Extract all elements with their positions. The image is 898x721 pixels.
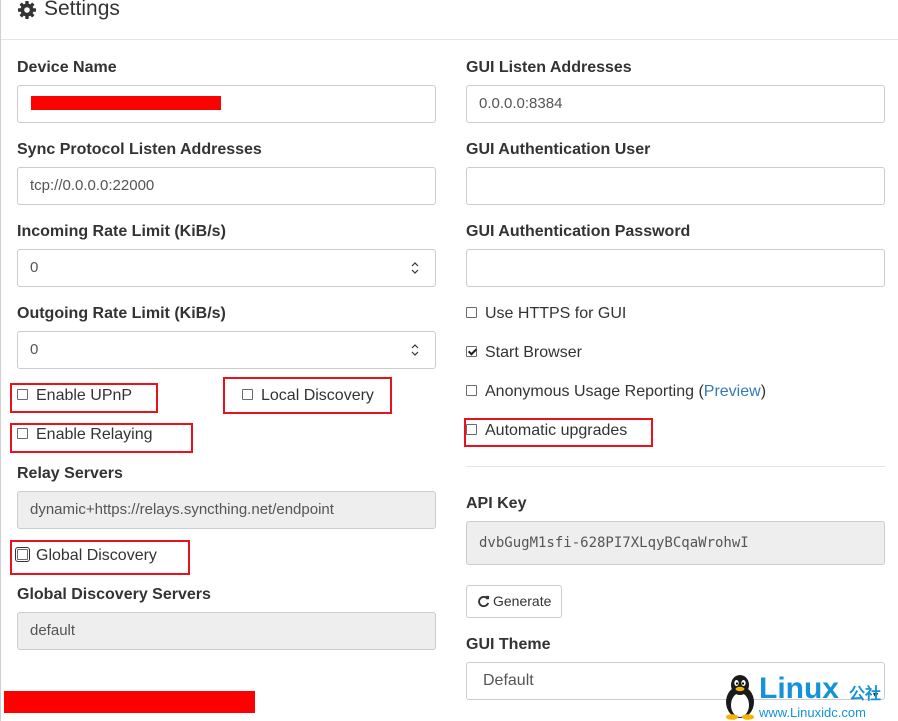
device-name-label: Device Name (17, 59, 117, 76)
preview-link[interactable]: Preview (704, 383, 761, 400)
gear-icon (17, 0, 37, 20)
watermark-brand: Linux (759, 672, 839, 705)
relay-servers-input[interactable]: dynamic+https://relays.syncthing.net/end… (17, 491, 436, 529)
gui-password-input[interactable] (466, 249, 885, 287)
anonymous-usage-checkbox[interactable]: Anonymous Usage Reporting (Preview) (466, 382, 766, 402)
device-name-redaction (31, 96, 221, 110)
watermark-url: www.Linuxidc.com (759, 705, 866, 720)
tux-penguin-icon (726, 675, 754, 720)
incoming-rate-value: 0 (30, 259, 39, 276)
sync-addresses-label: Sync Protocol Listen Addresses (17, 141, 262, 158)
global-discovery-servers-input[interactable]: default (17, 612, 436, 650)
gui-listen-input[interactable]: 0.0.0.0:8384 (466, 85, 885, 123)
start-browser-checkbox[interactable]: Start Browser (466, 343, 582, 363)
api-key-label: API Key (466, 495, 527, 512)
anonymous-usage-label: Anonymous Usage Reporting ( (485, 383, 704, 400)
spinner-arrows-icon[interactable] (411, 342, 419, 358)
generate-button-label: Generate (493, 593, 552, 609)
anonymous-usage-box[interactable] (466, 385, 477, 396)
start-browser-box[interactable] (466, 346, 477, 357)
outgoing-rate-label: Outgoing Rate Limit (KiB/s) (17, 305, 226, 322)
outgoing-rate-input[interactable]: 0 (17, 331, 436, 369)
api-key-field[interactable]: dvbGugM1sfi-628PI7XLqyBCqaWrohwI (466, 521, 885, 565)
relay-servers-label: Relay Servers (17, 465, 123, 482)
gui-listen-label: GUI Listen Addresses (466, 59, 632, 76)
dialog-header: Settings (1, 0, 898, 40)
bottom-redaction (4, 691, 255, 713)
settings-dialog: Settings Device Name Sync Protocol Liste… (0, 0, 898, 721)
use-https-checkbox[interactable]: Use HTTPS for GUI (466, 304, 626, 324)
enable-upnp-highlight (10, 383, 158, 413)
anonymous-usage-suffix: ) (760, 383, 767, 400)
start-browser-label: Start Browser (485, 344, 582, 361)
dialog-title: Settings (44, 0, 120, 20)
enable-relaying-highlight (10, 423, 193, 453)
linuxidc-watermark: Linux 公社 www.Linuxidc.com (723, 672, 898, 721)
generate-button[interactable]: Generate (466, 585, 563, 618)
gui-theme-label: GUI Theme (466, 636, 551, 653)
incoming-rate-input[interactable]: 0 (17, 249, 436, 287)
gui-user-input[interactable] (466, 167, 885, 205)
gui-password-label: GUI Authentication Password (466, 223, 691, 240)
watermark-suffix: 公社 (849, 686, 882, 703)
outgoing-rate-value: 0 (30, 341, 39, 358)
global-discovery-servers-label: Global Discovery Servers (17, 586, 211, 603)
incoming-rate-label: Incoming Rate Limit (KiB/s) (17, 223, 226, 240)
use-https-label: Use HTTPS for GUI (485, 305, 627, 322)
spinner-arrows-icon[interactable] (411, 260, 419, 276)
gui-user-label: GUI Authentication User (466, 141, 651, 158)
global-discovery-highlight (10, 540, 190, 575)
refresh-icon (478, 595, 490, 608)
gui-theme-value: Default (483, 672, 534, 689)
section-divider (466, 466, 885, 467)
sync-addresses-input[interactable]: tcp://0.0.0.0:22000 (17, 167, 436, 205)
automatic-upgrades-highlight (464, 418, 653, 447)
use-https-box[interactable] (466, 307, 477, 318)
local-discovery-highlight (223, 377, 392, 414)
